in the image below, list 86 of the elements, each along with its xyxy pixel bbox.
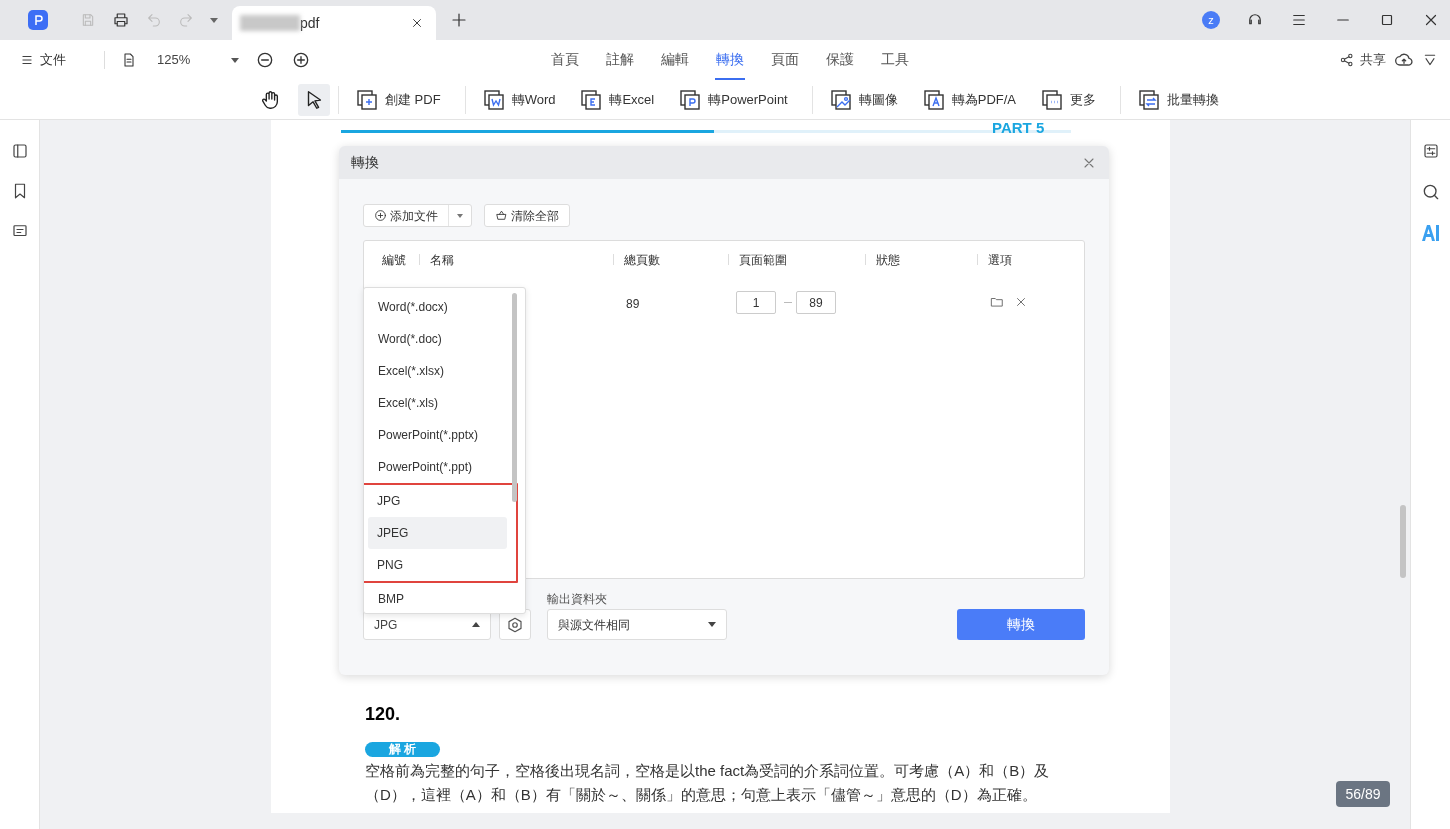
section-badge: 解 析 [365, 742, 440, 757]
column-header: 狀態 [876, 252, 900, 269]
settings-icon[interactable] [506, 615, 524, 634]
format-option[interactable]: JPG [368, 485, 507, 517]
column-header: 頁面範圍 [739, 252, 787, 269]
menu-icon[interactable] [20, 53, 34, 67]
ribbon-tab[interactable]: 保護 [825, 40, 855, 80]
format-option[interactable]: Word(*.doc) [369, 323, 509, 355]
format-option[interactable]: Word(*.docx) [369, 291, 509, 323]
folder-icon[interactable] [990, 295, 1004, 309]
format-option[interactable]: PowerPoint(*.ppt) [369, 451, 509, 483]
page-indicator: 56/89 [1336, 781, 1390, 807]
select-tool[interactable] [298, 83, 330, 116]
app-logo-icon[interactable] [28, 10, 48, 30]
word-file-icon [481, 87, 506, 112]
new-tab-icon[interactable] [450, 11, 468, 29]
toolbar-button[interactable]: 更多 [1032, 83, 1105, 116]
pdfa-file-icon [921, 87, 946, 112]
toolbar-button[interactable]: 轉為PDF/A [913, 83, 1025, 116]
output-folder-dropdown[interactable]: 與源文件相同 [547, 609, 727, 640]
share-icon[interactable] [1339, 52, 1355, 68]
settings-sliders-icon[interactable] [1421, 142, 1440, 160]
format-option[interactable]: PNG [368, 549, 507, 581]
explanation-paragraph: 空格前為完整的句子，空格後出現名詞，空格是以the fact為受詞的介系詞位置。可考慮（A）和（B）及（D），這裡（A）和（B）有「關於～、關係」的意思；句意上表示「儘管～」意思的（D）為正確。 [365, 761, 1051, 805]
toolbar-button[interactable]: 批量轉換 [1129, 83, 1228, 116]
question-number: 120. [365, 703, 402, 726]
ai-icon[interactable] [1420, 224, 1441, 242]
print-icon[interactable] [112, 11, 130, 29]
basket-icon[interactable] [495, 209, 508, 222]
format-option[interactable]: Excel(*.xlsx) [369, 355, 509, 387]
scrollbar-thumb[interactable] [1400, 505, 1406, 578]
powerpoint-file-icon [678, 87, 703, 112]
tab-title: pdf [300, 13, 320, 33]
remove-icon[interactable] [1014, 295, 1028, 309]
format-option[interactable]: Excel(*.xls) [369, 387, 509, 419]
toolbar-button[interactable]: 轉圖像 [820, 83, 906, 116]
ribbon-tab[interactable]: 工具 [880, 40, 910, 80]
document-tab[interactable]: pdf [232, 6, 436, 40]
ribbon-tab[interactable]: 註解 [605, 40, 635, 80]
caret-icon [708, 622, 716, 627]
zoom-in-icon[interactable] [291, 50, 311, 70]
clear-all-button[interactable]: 清除全部 [484, 204, 570, 227]
zoom-out-icon[interactable] [255, 50, 275, 70]
dialog-title: 轉換 [351, 153, 379, 172]
format-option[interactable]: JPEG [368, 517, 507, 549]
column-header: 選項 [988, 252, 1012, 269]
part-label: PART 5 [992, 120, 1045, 136]
caret-icon [231, 57, 239, 63]
scrollbar-thumb[interactable] [512, 293, 517, 502]
column-header: 總頁數 [624, 252, 660, 269]
page-to-field[interactable]: 89 [796, 291, 836, 314]
toolbar-button[interactable]: 創建 PDF [347, 83, 449, 116]
add-circle-icon[interactable] [374, 209, 387, 222]
field-label: 輸出資料夾 [547, 591, 607, 608]
batch-convert-icon [1137, 87, 1162, 112]
redacted-text [240, 15, 300, 31]
more-icon [1040, 87, 1065, 112]
toolbar-button[interactable]: 轉Word [473, 83, 564, 116]
image-file-icon [828, 87, 853, 112]
ribbon-tab[interactable]: 編輯 [660, 40, 690, 80]
excel-file-icon [579, 87, 604, 112]
zoom-dropdown[interactable]: 125% [157, 50, 239, 70]
convert-button[interactable]: 轉換 [957, 609, 1085, 640]
toolbar-button[interactable]: 轉PowerPoint [670, 83, 796, 116]
file-menu[interactable]: 文件 [20, 50, 66, 70]
page-from-field[interactable]: 1 [736, 291, 776, 314]
avatar[interactable]: z [1202, 11, 1220, 29]
create-pdf-icon [355, 87, 379, 112]
column-header: 名稱 [430, 252, 454, 269]
column-header: 編號 [382, 252, 406, 269]
hand-icon [259, 88, 281, 111]
page-icon[interactable] [121, 52, 137, 68]
table-cell-text: 89 [626, 296, 640, 313]
add-file-label[interactable]: 添加文件 [390, 206, 438, 225]
toolbar-button[interactable]: 轉Excel [571, 83, 663, 116]
caret-icon[interactable] [457, 213, 463, 218]
share-button[interactable]: 共享 [1339, 50, 1386, 70]
caret-icon [472, 622, 480, 627]
ribbon-tab[interactable]: 頁面 [770, 40, 800, 80]
close-icon[interactable] [410, 16, 424, 30]
thumbnails-icon[interactable] [10, 142, 29, 160]
format-option[interactable]: PowerPoint(*.pptx) [369, 419, 509, 451]
add-file-split-button[interactable]: 添加文件 [363, 204, 472, 227]
ribbon-tab[interactable]: 首頁 [550, 40, 580, 80]
caret-icon[interactable] [210, 17, 218, 23]
collapse-icon[interactable] [1422, 52, 1438, 68]
